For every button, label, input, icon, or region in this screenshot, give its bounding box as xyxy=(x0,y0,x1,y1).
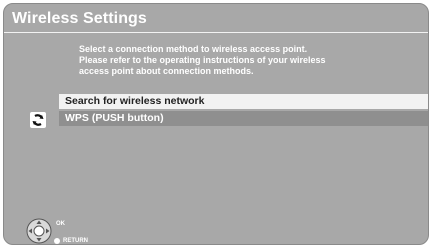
ok-label: OK xyxy=(56,221,65,227)
menu-item-label: Search for wireless network xyxy=(65,95,205,107)
instruction-line-3: access point about connection methods. xyxy=(79,66,254,76)
connection-method-menu: Search for wireless network WPS (PUSH bu… xyxy=(59,94,428,128)
wireless-settings-screen: Wireless Settings Select a connection me… xyxy=(3,3,429,245)
menu-item-wps-push-button[interactable]: WPS (PUSH button) xyxy=(59,111,428,126)
menu-item-label: WPS (PUSH button) xyxy=(65,112,164,124)
instruction-line-2: Please refer to the operating instructio… xyxy=(79,55,326,65)
title-divider xyxy=(4,32,428,33)
dpad-icon xyxy=(26,218,52,244)
wps-icon xyxy=(30,112,46,128)
page-title: Wireless Settings xyxy=(12,10,147,27)
return-button-icon xyxy=(54,238,60,244)
instruction-line-1: Select a connection method to wireless a… xyxy=(79,44,308,54)
return-label: RETURN xyxy=(63,238,88,244)
remote-control-hint: OK RETURN xyxy=(26,218,126,244)
menu-item-search-wireless-network[interactable]: Search for wireless network xyxy=(59,94,428,109)
instructions: Select a connection method to wireless a… xyxy=(79,44,379,77)
